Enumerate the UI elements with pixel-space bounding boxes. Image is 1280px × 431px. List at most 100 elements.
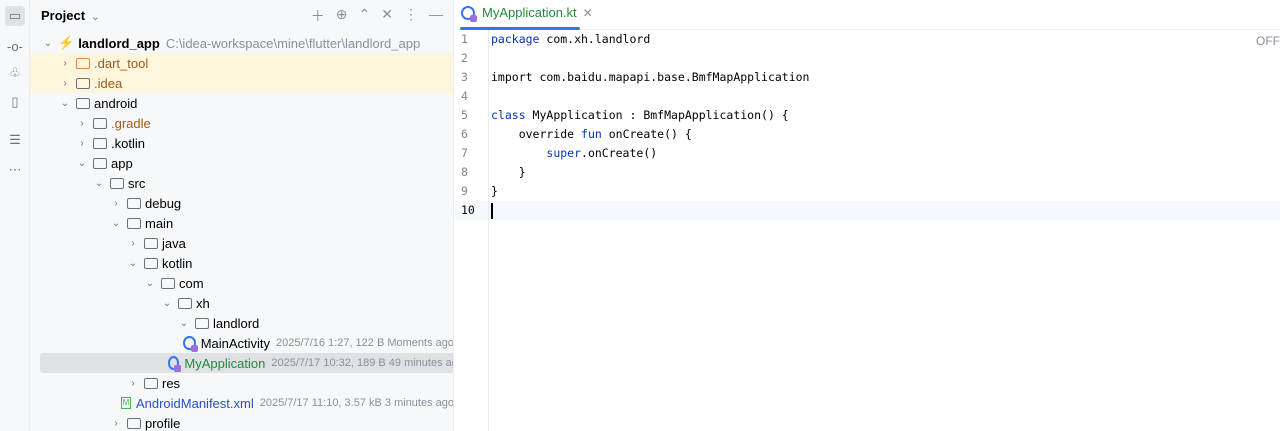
tree-item-meta: 2025/7/17 11:10, 3.57 kB 3 minutes ago	[259, 397, 454, 409]
folder-icon	[93, 137, 107, 149]
chevron-right-icon[interactable]: ›	[127, 378, 139, 389]
tree-item-label: .kotlin	[111, 135, 145, 151]
tree-item[interactable]: M AndroidManifest.xml 2025/7/17 11:10, 3.5…	[30, 393, 454, 413]
chevron-right-icon[interactable]: ›	[59, 58, 71, 69]
bookmarks-icon[interactable]: ☰	[5, 130, 25, 150]
folder-icon	[127, 217, 141, 229]
folder-icon	[110, 177, 124, 189]
kotlin-class-icon	[167, 356, 183, 372]
tree-item-label: landlord_app	[78, 35, 160, 51]
tree-item[interactable]: ⌄ src	[30, 173, 453, 193]
editor: MyApplication.kt ✕ OFF package com.xh.la…	[455, 0, 1280, 431]
close-icon[interactable]: ✕	[583, 6, 593, 20]
tab-myapplication[interactable]: MyApplication.kt ✕	[461, 5, 593, 22]
tree-item[interactable]: › java	[30, 233, 453, 253]
manifest-icon: M	[120, 397, 131, 409]
code-line[interactable]: super.onCreate()	[455, 144, 1280, 163]
folder-icon	[76, 77, 90, 89]
tree-item-label: res	[162, 375, 181, 391]
chevron-right-icon[interactable]: ›	[110, 418, 122, 429]
tree-item-label: main	[145, 215, 174, 231]
chevron-down-icon[interactable]: ⌄	[93, 178, 105, 189]
tree-item[interactable]: ⌄ android	[30, 93, 453, 113]
tree-item[interactable]: ⌄ ⚡ landlord_app C:\idea-workspace\mine\flu…	[30, 33, 453, 53]
tree-item-label: src	[128, 175, 146, 191]
code-line[interactable]	[455, 201, 1280, 220]
commit-icon[interactable]: -o-	[5, 36, 25, 56]
code-line[interactable]	[455, 87, 1280, 106]
collapse-all-icon[interactable]: ✕	[381, 6, 393, 26]
code-token: com.xh.landlord	[539, 32, 651, 46]
tree-item-label: com	[179, 275, 204, 291]
code-line[interactable]	[455, 49, 1280, 68]
expand-all-icon[interactable]: ⌃	[359, 6, 371, 26]
folder-icon	[178, 297, 192, 309]
structure-icon[interactable]: ♧	[5, 63, 25, 83]
more-icon[interactable]: ⋯	[5, 160, 25, 180]
line-number: 6	[461, 127, 468, 141]
tree-item[interactable]: ⌄ xh	[30, 293, 453, 313]
folder-icon	[144, 257, 158, 269]
tree-item[interactable]: ⌄ main	[30, 213, 453, 233]
chevron-right-icon[interactable]: ›	[127, 238, 139, 249]
code-line[interactable]: }	[455, 163, 1280, 182]
tree-item-meta: C:\idea-workspace\mine\flutter\landlord_…	[165, 35, 421, 51]
tree-item[interactable]: MyApplication 2025/7/17 10:32, 189 B 49 m…	[40, 353, 453, 373]
hide-icon[interactable]: —	[429, 6, 443, 26]
keyword: fun	[581, 127, 602, 141]
code-token: .onCreate()	[581, 146, 658, 160]
locate-icon[interactable]: ⊕	[336, 6, 348, 26]
tree-item[interactable]: ⌄ app	[30, 153, 453, 173]
line-number: 7	[461, 146, 468, 160]
code-line[interactable]: class MyApplication : BmfMapApplication(…	[455, 106, 1280, 125]
project-view-selector[interactable]: Project ⌄	[41, 8, 99, 23]
code-line[interactable]: package com.xh.landlord	[455, 30, 1280, 49]
tree-item-label: AndroidManifest.xml	[135, 395, 254, 411]
tree-item[interactable]: › .idea	[30, 73, 453, 93]
tree-item[interactable]: › .gradle	[30, 113, 453, 133]
tree-item[interactable]: › .kotlin	[30, 133, 453, 153]
tree-item[interactable]: › profile	[30, 413, 453, 431]
chevron-down-icon[interactable]: ⌄	[110, 218, 122, 229]
code-line[interactable]: import com.baidu.mapapi.base.BmfMapAppli…	[455, 68, 1280, 87]
line-number: 4	[461, 89, 468, 103]
code-token: override	[491, 127, 582, 141]
chevron-down-icon[interactable]: ⌄	[161, 298, 173, 309]
code-line[interactable]: override fun onCreate() {	[455, 125, 1280, 144]
chevron-down-icon[interactable]: ⌄	[76, 158, 88, 169]
device-manager-icon[interactable]: ▯	[5, 92, 25, 112]
project-folder-icon[interactable]: ▭	[5, 6, 25, 26]
tree-item[interactable]: MainActivity 2025/7/16 1:27, 122 B Moment…	[30, 333, 453, 353]
tree-item-label: MainActivity	[200, 335, 271, 351]
line-gutter: 1 2 3 4 5 6 7 8 9 10	[455, 30, 489, 431]
chevron-right-icon[interactable]: ›	[110, 198, 122, 209]
folder-icon	[195, 317, 209, 329]
add-icon[interactable]: ＋	[311, 6, 325, 26]
tree-item[interactable]: › debug	[30, 193, 453, 213]
tree-item-label: MyApplication	[184, 355, 266, 371]
keyword: class	[491, 108, 526, 122]
chevron-down-icon[interactable]: ⌄	[42, 38, 54, 49]
tree-item[interactable]: ⌄ com	[30, 273, 453, 293]
chevron-down-icon[interactable]: ⌄	[144, 278, 156, 289]
tree-item[interactable]: ⌄ landlord	[30, 313, 453, 333]
tree-item-label: android	[94, 95, 138, 111]
code-line[interactable]: }	[455, 182, 1280, 201]
kotlin-class-icon	[183, 336, 199, 352]
chevron-right-icon[interactable]: ›	[76, 138, 88, 149]
chevron-right-icon[interactable]: ›	[76, 118, 88, 129]
tree-item[interactable]: ⌄ kotlin	[30, 253, 453, 273]
chevron-down-icon[interactable]: ⌄	[127, 258, 139, 269]
chevron-right-icon[interactable]: ›	[59, 78, 71, 89]
chevron-down-icon[interactable]: ⌄	[59, 98, 71, 109]
tree-item-label: app	[111, 155, 133, 171]
chevron-down-icon[interactable]: ⌄	[178, 318, 190, 329]
options-icon[interactable]: ⋮	[404, 6, 418, 26]
tree-item-label: java	[162, 235, 186, 251]
panel-title: Project	[41, 8, 86, 23]
tree-item[interactable]: › .dart_tool	[30, 53, 453, 73]
tree-item[interactable]: › res	[30, 373, 453, 393]
tree-item-label: .dart_tool	[94, 55, 149, 71]
project-panel: Project ⌄ ＋ ⊕ ⌃ ✕ ⋮ — ⌄ ⚡ landlord_app C:\id…	[30, 0, 454, 431]
